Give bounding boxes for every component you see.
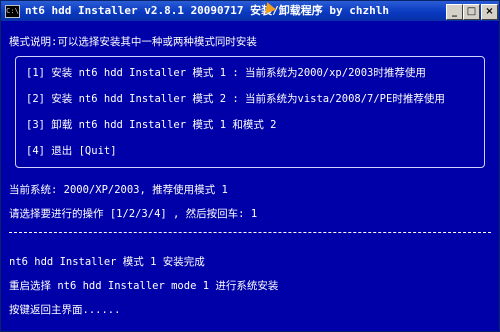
close-button[interactable]: ×: [481, 4, 498, 20]
window-title: nt6 hdd Installer v2.8.1 20090717 安装/卸载程…: [25, 4, 390, 17]
title-bar[interactable]: C:\ nt6 hdd Installer v2.8.1 20090717 安装…: [1, 1, 499, 21]
mode-description: 模式说明:可以选择安装其中一种或两种模式同时安装: [9, 36, 257, 48]
operation-prompt: 请选择要进行的操作 [1/2/3/4] , 然后按回车: 1: [9, 208, 258, 220]
current-system-text: 当前系统: 2000/XP/2003, 推荐使用模式 1: [9, 184, 228, 196]
menu-option-2: [2] 安装 nt6 hdd Installer 模式 2 : 当前系统为vis…: [26, 93, 445, 105]
dashed-separator: [9, 232, 491, 233]
restart-instruction: 重启选择 nt6 hdd Installer mode 1 进行系统安装: [9, 280, 279, 292]
console-output: 模式说明:可以选择安装其中一种或两种模式同时安装 [1] 安装 nt6 hdd …: [1, 22, 499, 331]
maximize-button[interactable]: □: [463, 4, 480, 20]
menu-option-4: [4] 退出 [Quit]: [26, 145, 117, 157]
minimize-button[interactable]: _: [446, 4, 463, 20]
console-app-icon[interactable]: C:\: [5, 5, 20, 18]
menu-option-3: [3] 卸载 nt6 hdd Installer 模式 1 和模式 2: [26, 119, 277, 131]
return-prompt: 按键返回主界面......: [9, 304, 121, 316]
menu-box: [1] 安装 nt6 hdd Installer 模式 1 : 当前系统为200…: [15, 56, 485, 168]
menu-option-1: [1] 安装 nt6 hdd Installer 模式 1 : 当前系统为200…: [26, 67, 426, 79]
install-complete-text: nt6 hdd Installer 模式 1 安装完成: [9, 256, 205, 268]
console-window: C:\ nt6 hdd Installer v2.8.1 20090717 安装…: [0, 0, 500, 332]
